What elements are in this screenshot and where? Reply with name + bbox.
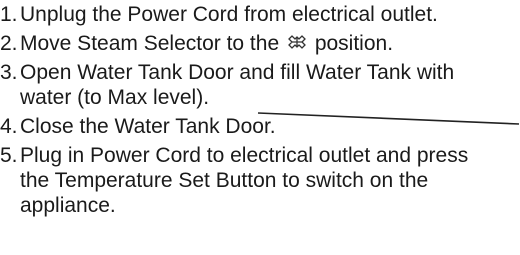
step-text-line: the Temperature Set Button to switch on … — [20, 169, 429, 192]
step-text-line: appliance. — [20, 194, 116, 217]
step-5: 5. Plug in Power Cord to electrical outl… — [0, 143, 520, 218]
step-2: 2. Move Steam Selector to the position. — [0, 31, 520, 56]
step-1: 1. Unplug the Power Cord from electrical… — [0, 2, 520, 27]
step-4: 4. Close the Water Tank Door. — [0, 114, 520, 139]
step-text: Close the Water Tank Door. — [20, 115, 276, 138]
step-number: 3. — [0, 61, 18, 84]
step-text: Unplug the Power Cord from electrical ou… — [20, 3, 438, 26]
step-text-after-icon: position. — [314, 32, 394, 55]
step-text-line: Plug in Power Cord to electrical outlet … — [20, 144, 469, 167]
step-number: 5. — [0, 144, 18, 167]
step-text-line: Move Steam Selector to the position. — [20, 31, 520, 56]
steam-symbol-icon — [288, 35, 306, 49]
instruction-list: 1. Unplug the Power Cord from electrical… — [0, 2, 520, 222]
step-text-line: water (to Max level). — [20, 86, 210, 109]
step-text-before-icon: Move Steam Selector to the — [20, 32, 280, 55]
step-text-line: Open Water Tank Door and fill Water Tank… — [20, 61, 455, 84]
step-3: 3. Open Water Tank Door and fill Water T… — [0, 60, 520, 110]
step-number: 2. — [0, 32, 18, 55]
step-number: 1. — [0, 3, 18, 26]
step-number: 4. — [0, 115, 18, 138]
